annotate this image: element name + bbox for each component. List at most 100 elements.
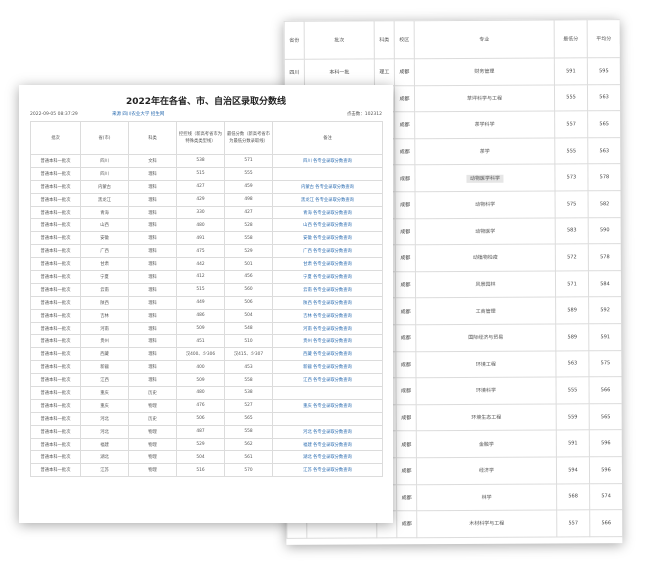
batch-cell: 普通本科一批次 xyxy=(30,360,81,375)
table-row: 普通本科一批次 江苏 物理 516 570 江苏 各专业录取分数查询 xyxy=(30,463,383,478)
table-row: 普通本科一批次 甘肃 理科 442 501 甘肃 各专业录取分数查询 xyxy=(30,257,383,272)
province-cell: 江西 xyxy=(80,373,129,388)
table-row: 普通本科一批次 贵州 理科 451 510 贵州 各专业录取分数查询 xyxy=(30,334,383,349)
batch-cell: 本科一批 xyxy=(304,58,375,86)
note-link[interactable]: 江苏 各专业录取分数查询 xyxy=(272,463,383,478)
control-line-cell: 480 xyxy=(176,218,225,233)
col-header-avg-score: 平均分 xyxy=(587,19,621,58)
min-score-cell: 538 xyxy=(224,386,273,400)
note-link[interactable]: 重庆 各专业录取分数查询 xyxy=(272,398,383,413)
province-cell: 黑龙江 xyxy=(80,192,129,207)
note-link[interactable]: 福建 各专业录取分数查询 xyxy=(272,437,383,452)
major-name: 林学 xyxy=(481,494,492,501)
campus-cell: 成都 xyxy=(396,431,417,458)
province-cell: 四川 xyxy=(80,154,129,168)
note-link[interactable]: 河北 各专业录取分数查询 xyxy=(272,424,383,439)
note-link[interactable]: 黑龙江 各专业录取分数查询 xyxy=(272,192,383,207)
major-name: 动物科学 xyxy=(475,202,496,209)
major-cell: 茶学科学 xyxy=(414,111,555,139)
major-name: 环境科学 xyxy=(476,388,497,395)
table-row: 普通本科一批次 内蒙古 理科 427 459 内蒙古 各专业录取分数查询 xyxy=(30,179,383,194)
min-score-cell: 560 xyxy=(224,282,273,297)
major-cell: 林学 xyxy=(416,483,557,511)
major-cell: 动物科学 xyxy=(415,190,556,219)
avg-score-cell: 563 xyxy=(587,84,621,111)
avg-score-cell: 578 xyxy=(588,243,622,271)
batch-cell: 普通本科一批次 xyxy=(30,231,81,246)
min-score-cell: 571 xyxy=(555,270,589,298)
note-link[interactable]: 云南 各专业录取分数查询 xyxy=(272,282,383,297)
note-link[interactable]: 四川 各专业录取分数查询 xyxy=(272,154,383,168)
subject-cell: 理科 xyxy=(128,192,177,207)
note-link[interactable]: 安徽 各专业录取分数查询 xyxy=(272,231,383,246)
campus-cell: 成都 xyxy=(395,218,416,245)
subject-cell: 物理 xyxy=(128,437,177,452)
major-name: 环境工程 xyxy=(475,361,496,368)
major-name: 茶学科学 xyxy=(474,122,495,129)
major-name: 风景园林 xyxy=(475,281,496,288)
batch-cell: 普通本科一批次 xyxy=(30,334,81,349)
min-score-cell: 510 xyxy=(224,334,273,349)
col-header-campus: 校区 xyxy=(394,20,415,59)
major-cell: 动植物检疫 xyxy=(415,244,556,272)
avg-score-cell: 566 xyxy=(588,376,623,404)
major-cell: 木材科学与工程 xyxy=(416,510,557,538)
note-link[interactable]: 吉林 各专业录取分数查询 xyxy=(272,308,383,323)
province-cell: 青海 xyxy=(80,205,129,220)
note-link xyxy=(272,411,383,426)
batch-cell: 普通本科一批次 xyxy=(30,192,81,207)
batch-cell: 普通本科一批次 xyxy=(30,282,81,297)
min-score-cell: 568 xyxy=(556,483,590,511)
min-score-cell: 558 xyxy=(224,424,273,439)
province-cell: 甘肃 xyxy=(80,257,129,272)
note-link[interactable]: 湖北 各专业录取分数查询 xyxy=(272,450,383,465)
campus-cell: 成都 xyxy=(395,244,416,272)
batch-cell: 普通本科一批次 xyxy=(30,166,81,181)
min-score-cell: 558 xyxy=(224,231,273,246)
province-cell: 江苏 xyxy=(80,463,129,478)
campus-cell: 成都 xyxy=(394,85,415,112)
province-cell: 河南 xyxy=(80,321,129,336)
note-link[interactable]: 青海 各专业录取分数查询 xyxy=(272,205,383,220)
note-link[interactable]: 河南 各专业录取分数查询 xyxy=(272,321,383,336)
note-link[interactable]: 甘肃 各专业录取分数查询 xyxy=(272,257,383,272)
col-header-subject: 科类 xyxy=(374,20,395,59)
control-line-cell: 538 xyxy=(176,154,225,168)
note-link[interactable]: 陕西 各专业录取分数查询 xyxy=(272,295,383,310)
batch-cell: 普通本科一批次 xyxy=(30,398,81,413)
col-header-subject: 科类 xyxy=(128,121,177,155)
control-line-cell: 476 xyxy=(176,398,225,413)
note-link[interactable]: 广西 各专业录取分数查询 xyxy=(272,244,383,259)
note-link[interactable]: 内蒙古 各专业录取分数查询 xyxy=(272,179,383,194)
source-link[interactable]: 来源 四川农业大学 招生网 xyxy=(112,111,292,117)
major-name: 木材科学与工程 xyxy=(469,521,505,528)
campus-cell: 成都 xyxy=(396,377,417,405)
table-row: 普通本科一批次 重庆 历史 480 538 xyxy=(30,386,383,400)
campus-cell: 成都 xyxy=(395,271,416,299)
subject-cell: 理科 xyxy=(128,282,177,297)
min-score-cell: 575 xyxy=(555,190,589,218)
major-cell: 经济学 xyxy=(416,456,557,485)
table-row: 普通本科一批次 河北 物理 487 558 河北 各专业录取分数查询 xyxy=(30,424,383,439)
note-link[interactable]: 江西 各专业录取分数查询 xyxy=(272,373,383,388)
table-row: 普通本科一批次 安徽 理科 491 558 安徽 各专业录取分数查询 xyxy=(30,231,383,246)
table-row: 普通本科一批次 江西 理科 509 558 江西 各专业录取分数查询 xyxy=(30,373,383,388)
subject-cell: 物理 xyxy=(128,398,177,413)
major-name: 草坪科学与工程 xyxy=(467,95,503,102)
province-cell: 内蒙古 xyxy=(80,179,129,194)
note-link[interactable]: 山西 各专业录取分数查询 xyxy=(272,218,383,233)
subject-cell: 理科 xyxy=(128,321,177,336)
province-cell: 云南 xyxy=(80,282,129,297)
note-link[interactable]: 西藏 各专业录取分数查询 xyxy=(272,347,383,362)
province-cell: 吉林 xyxy=(80,308,129,323)
note-link[interactable]: 新疆 各专业录取分数查询 xyxy=(272,360,383,375)
major-cell: 风景园林 xyxy=(415,270,556,299)
batch-cell: 普通本科一批次 xyxy=(30,386,81,400)
table-row: 普通本科一批次 青海 理科 330 427 青海 各专业录取分数查询 xyxy=(30,205,383,220)
note-link[interactable]: 贵州 各专业录取分数查询 xyxy=(272,334,383,349)
control-line-cell: 509 xyxy=(176,373,225,388)
min-score-cell: 561 xyxy=(224,450,273,465)
min-score-cell: 504 xyxy=(224,308,273,323)
note-link[interactable]: 宁夏 各专业录取分数查询 xyxy=(272,270,383,284)
campus-cell: 成都 xyxy=(396,404,417,432)
